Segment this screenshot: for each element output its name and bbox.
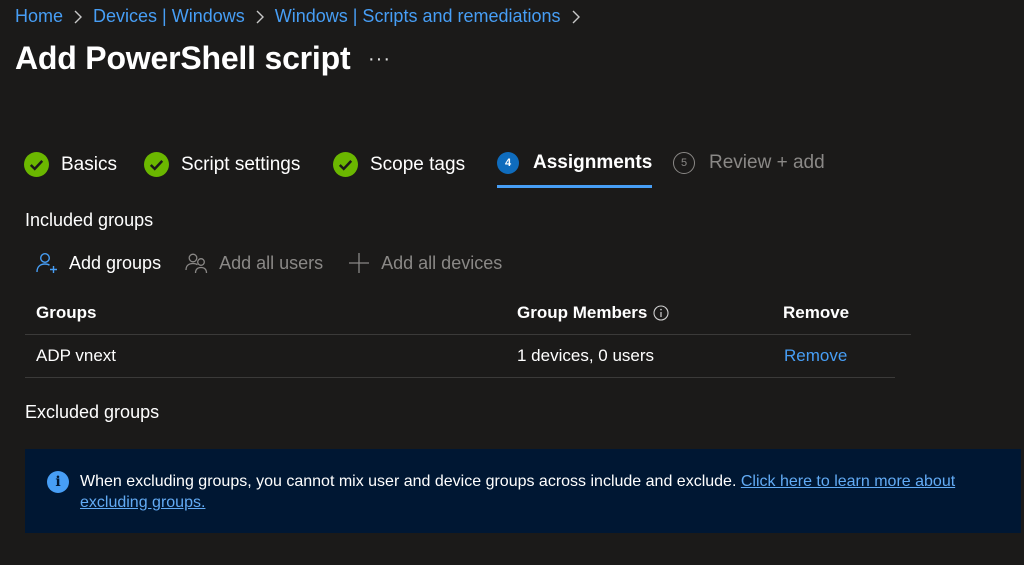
people-icon <box>185 253 208 274</box>
group-name-cell: ADP vnext <box>36 346 117 365</box>
add-person-icon <box>36 252 57 273</box>
remove-group-link[interactable]: Remove <box>784 346 847 366</box>
included-groups-toolbar: Add groups Add all users Add all devices <box>35 251 526 275</box>
column-header-group-members: Group Members <box>517 303 669 323</box>
breadcrumb: Home Devices | Windows Windows | Scripts… <box>15 6 591 27</box>
info-icon: i <box>47 471 69 493</box>
add-all-users-button[interactable]: Add all users <box>185 251 323 275</box>
excluded-groups-heading: Excluded groups <box>25 402 160 422</box>
included-groups-table: Groups Group Members Remove ADP vnext 1 … <box>25 292 911 378</box>
included-groups-heading: Included groups <box>25 210 154 230</box>
add-all-devices-button[interactable]: Add all devices <box>347 251 502 275</box>
add-all-users-label: Add all users <box>219 252 324 273</box>
step-label: Basics <box>61 153 117 175</box>
column-header-remove: Remove <box>783 303 850 322</box>
breadcrumb-scripts-remediations-link[interactable]: Windows | Scripts and remediations <box>275 6 561 27</box>
table-header: Groups Group Members Remove <box>25 292 911 335</box>
step-review-add[interactable]: 5 Review + add <box>673 152 825 174</box>
breadcrumb-home-link[interactable]: Home <box>15 6 63 27</box>
add-all-devices-label: Add all devices <box>381 252 503 273</box>
active-step-underline <box>497 185 653 188</box>
step-label: Review + add <box>709 152 825 173</box>
step-scope-tags[interactable]: Scope tags <box>333 152 465 177</box>
step-label: Scope tags <box>370 153 466 175</box>
step-assignments[interactable]: 4 Assignments <box>497 152 653 188</box>
info-banner-text: When excluding groups, you cannot mix us… <box>80 471 980 513</box>
checkmark-circle-icon <box>333 152 358 177</box>
table-row: ADP vnext 1 devices, 0 users Remove <box>25 335 895 378</box>
add-groups-label: Add groups <box>69 252 162 273</box>
plus-icon <box>349 253 370 273</box>
chevron-right-icon <box>255 10 265 24</box>
step-number-badge: 4 <box>497 152 519 174</box>
step-number-badge: 5 <box>673 152 695 174</box>
page-title: Add PowerShell script <box>15 40 351 76</box>
checkmark-circle-icon <box>24 152 49 177</box>
group-members-cell: 1 devices, 0 users <box>517 346 655 365</box>
info-icon[interactable] <box>653 305 669 321</box>
checkmark-circle-icon <box>144 152 169 177</box>
more-options-button[interactable]: ··· <box>368 48 391 71</box>
step-basics[interactable]: Basics <box>24 152 117 177</box>
column-header-groups: Groups <box>36 303 97 322</box>
column-header-label: Group Members <box>517 303 648 322</box>
step-label: Script settings <box>181 153 301 175</box>
step-script-settings[interactable]: Script settings <box>144 152 300 177</box>
info-banner: i When excluding groups, you cannot mix … <box>25 449 1021 533</box>
info-banner-message: When excluding groups, you cannot mix us… <box>80 473 741 490</box>
breadcrumb-devices-windows-link[interactable]: Devices | Windows <box>93 6 245 27</box>
step-label: Assignments <box>533 152 653 173</box>
chevron-right-icon <box>73 10 83 24</box>
chevron-right-icon <box>571 10 581 24</box>
add-groups-button[interactable]: Add groups <box>35 251 161 275</box>
